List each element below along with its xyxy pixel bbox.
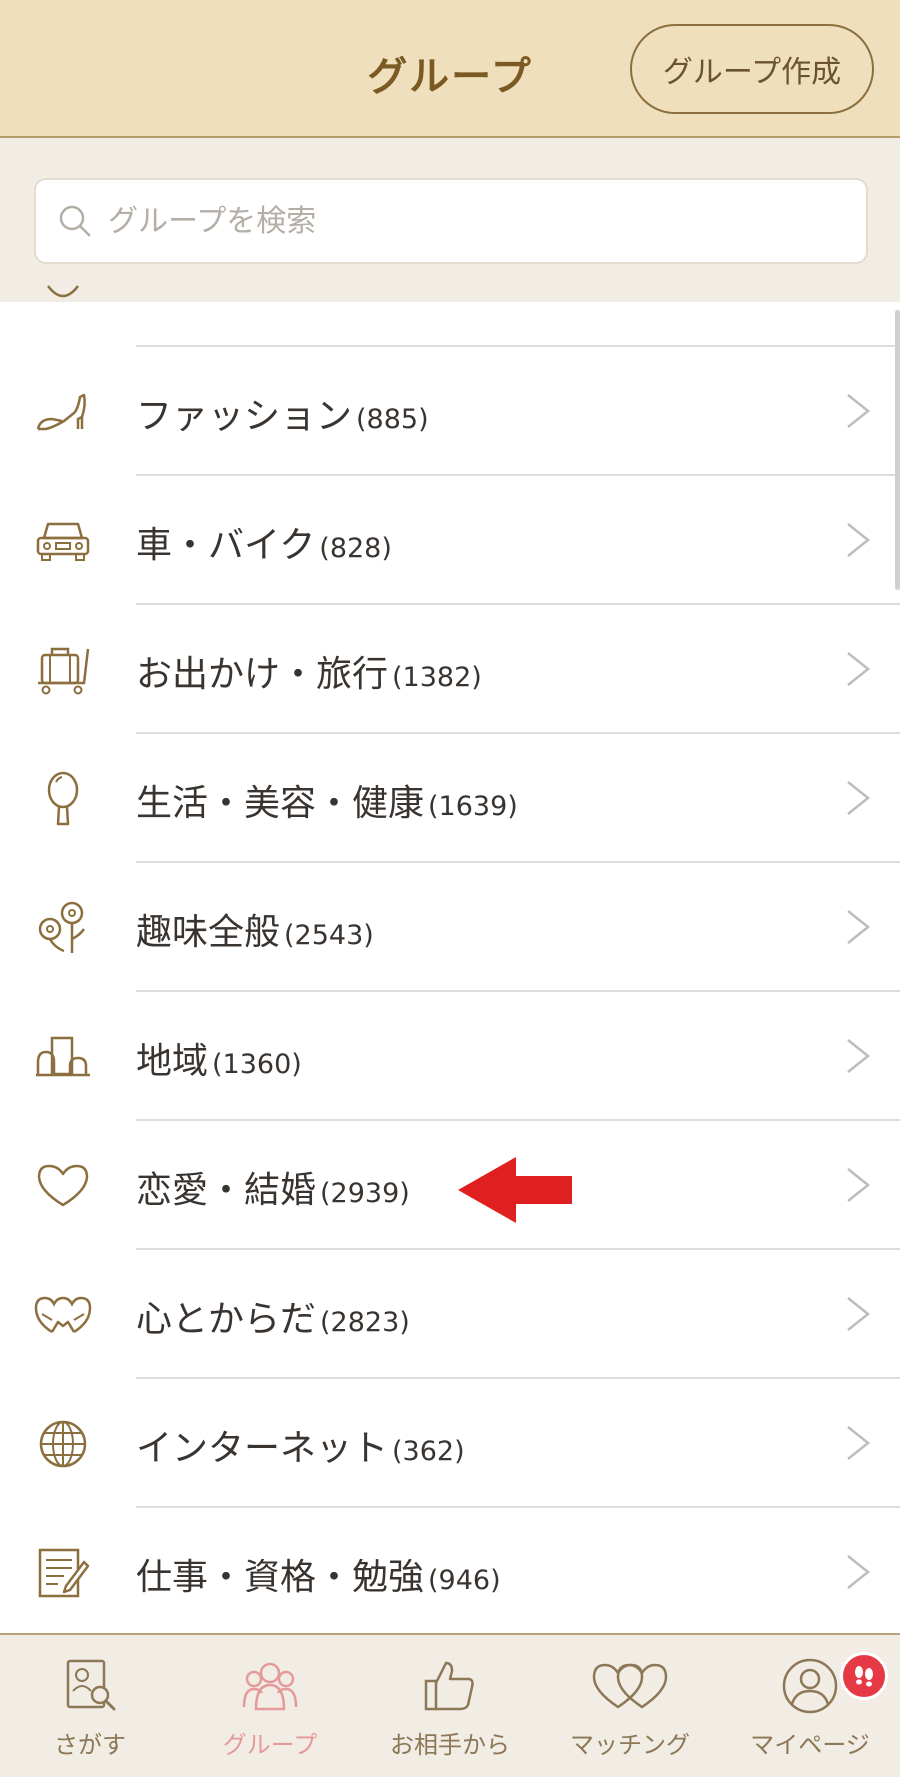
bottom-tab-bar: さがす グループ お相手から マッチング マイページ: [0, 1633, 900, 1777]
category-count: (885): [356, 404, 429, 435]
person-circle-icon: [782, 1658, 838, 1714]
partial-icon: [47, 285, 79, 298]
double-heart-icon: [592, 1663, 668, 1709]
chevron-right-icon: [847, 781, 871, 815]
scrollbar[interactable]: [895, 310, 900, 590]
chevron-right-icon: [847, 1039, 871, 1073]
search-area: [0, 138, 900, 302]
category-count: (2543): [284, 920, 374, 951]
category-row-outing-travel[interactable]: お出かけ・旅行 (1382): [0, 605, 900, 734]
category-count: (946): [428, 1565, 501, 1596]
category-label: 仕事・資格・勉強: [136, 1557, 425, 1598]
category-row-love-marriage[interactable]: 恋愛・結婚 (2939): [0, 1121, 900, 1250]
category-count: (362): [392, 1436, 465, 1467]
thumbs-up-icon: [424, 1661, 474, 1711]
town-icon: [36, 1036, 90, 1077]
category-label: インターネット: [136, 1428, 389, 1469]
tab-label: グループ: [222, 1731, 318, 1759]
chevron-right-icon: [847, 1555, 871, 1589]
category-row-fashion[interactable]: ファッション (885): [0, 347, 900, 476]
chevron-right-icon: [847, 1426, 871, 1460]
app-header: グループ グループ作成: [0, 0, 900, 138]
category-label: 恋愛・結婚: [136, 1170, 317, 1211]
tab-label: お相手から: [390, 1731, 510, 1759]
category-row-hobbies[interactable]: 趣味全般 (2543): [0, 863, 900, 992]
list-item[interactable]: [0, 285, 900, 347]
category-count: (2823): [320, 1307, 410, 1338]
car-icon: [36, 522, 90, 561]
tab-search[interactable]: さがす: [0, 1635, 180, 1779]
category-row-mind-body[interactable]: 心とからだ (2823): [0, 1250, 900, 1379]
group-category-list: ファッション (885) 車・バイク (828) お出かけ・旅行 (1382) …: [0, 285, 900, 1637]
search-icon: [59, 205, 91, 237]
create-group-button[interactable]: グループ作成: [630, 24, 874, 114]
notepad-pencil-icon: [38, 1548, 90, 1598]
category-label: 車・バイク: [136, 525, 316, 566]
chevron-right-icon: [847, 523, 871, 557]
search-input[interactable]: [106, 202, 810, 240]
tab-label: さがす: [54, 1731, 126, 1759]
category-count: (1639): [428, 791, 518, 822]
flowers-icon: [38, 901, 86, 953]
profile-search-icon: [66, 1659, 116, 1711]
search-box[interactable]: [34, 178, 868, 264]
hearts-holding-hands-icon: [34, 1296, 92, 1334]
tab-matching[interactable]: マッチング: [540, 1635, 720, 1779]
red-arrow-annotation-icon: [458, 1157, 572, 1223]
footprints-icon: [855, 1666, 873, 1687]
chevron-right-icon: [847, 652, 871, 686]
category-row-work-study[interactable]: 仕事・資格・勉強 (946): [0, 1508, 900, 1637]
chevron-right-icon: [847, 1168, 871, 1202]
category-label: 地域: [136, 1041, 209, 1082]
category-row-region[interactable]: 地域 (1360): [0, 992, 900, 1121]
category-label: ファッション: [136, 396, 353, 437]
category-label: お出かけ・旅行: [136, 654, 389, 695]
group-people-icon: [242, 1662, 298, 1711]
category-row-life-beauty-health[interactable]: 生活・美容・健康 (1639): [0, 734, 900, 863]
luggage-cart-icon: [38, 647, 90, 695]
tab-label: マイページ: [750, 1731, 870, 1759]
category-label: 趣味全般: [136, 912, 281, 953]
category-row-car-bike[interactable]: 車・バイク (828): [0, 476, 900, 605]
category-count: (1382): [392, 662, 482, 693]
category-label: 心とからだ: [136, 1299, 317, 1340]
tab-from-partner[interactable]: お相手から: [360, 1635, 540, 1779]
chevron-right-icon: [847, 1297, 871, 1331]
chevron-right-icon: [847, 394, 871, 428]
category-count: (1360): [212, 1049, 302, 1080]
tab-label: マッチング: [570, 1731, 690, 1759]
category-count: (2939): [320, 1178, 410, 1209]
chevron-right-icon: [847, 910, 871, 944]
high-heel-icon: [36, 393, 86, 431]
globe-icon: [39, 1420, 87, 1468]
tab-group[interactable]: グループ: [180, 1635, 360, 1779]
footprints-badge[interactable]: [840, 1652, 888, 1700]
category-count: (828): [319, 533, 392, 564]
category-label: 生活・美容・健康: [136, 783, 425, 824]
heart-icon: [37, 1164, 89, 1207]
hand-mirror-icon: [47, 771, 79, 826]
category-row-internet[interactable]: インターネット (362): [0, 1379, 900, 1508]
